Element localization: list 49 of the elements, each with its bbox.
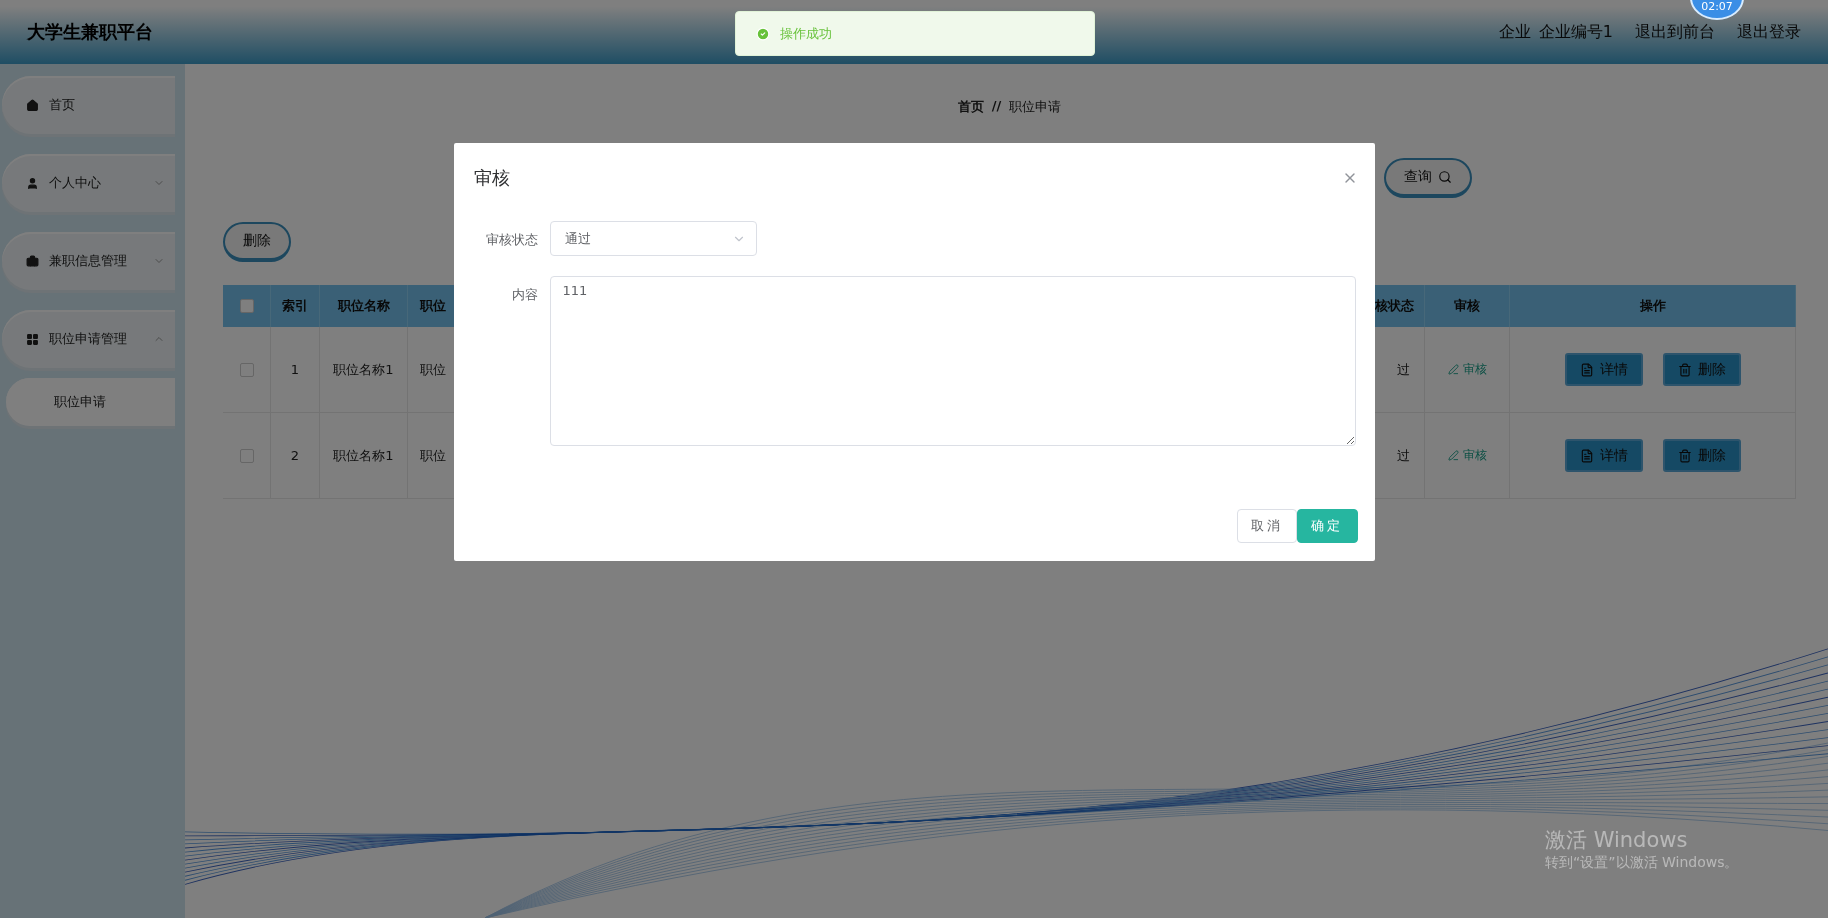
home-icon bbox=[26, 98, 39, 112]
breadcrumb-separator: // bbox=[991, 98, 1002, 115]
cancel-button[interactable]: 取消 bbox=[1236, 509, 1297, 543]
site-title: 大学生兼职平台 bbox=[27, 20, 153, 44]
dialog-title: 审核 bbox=[473, 166, 510, 190]
table-cell: 职位名称1 bbox=[320, 413, 408, 499]
document-icon bbox=[1579, 448, 1594, 463]
sidebar-item[interactable]: 个人中心 bbox=[2, 154, 175, 212]
header-link[interactable]: 退出登录 bbox=[1737, 21, 1801, 43]
sidebar-item[interactable]: 职位申请管理 bbox=[2, 310, 175, 368]
table-cell: 1 bbox=[271, 327, 320, 413]
success-toast: 操作成功 bbox=[735, 11, 1095, 56]
pen-icon bbox=[1447, 364, 1459, 375]
column-header: 索引 bbox=[271, 285, 320, 327]
confirm-button[interactable]: 确定 bbox=[1296, 509, 1358, 543]
sidebar-subitem[interactable]: 职位申请 bbox=[6, 378, 175, 426]
status-select[interactable]: 通过 bbox=[549, 221, 757, 256]
pen-icon bbox=[1447, 450, 1459, 461]
table-cell: 职位名称1 bbox=[320, 327, 408, 413]
activation-title: 激活 Windows bbox=[1545, 827, 1689, 854]
check-icon bbox=[756, 26, 770, 41]
table-cell: 2 bbox=[271, 413, 320, 499]
form-label: 审核状态 bbox=[484, 231, 538, 249]
header-link[interactable]: 退出到前台 bbox=[1635, 21, 1715, 43]
checkbox[interactable] bbox=[239, 448, 254, 463]
content-field[interactable]: 111 bbox=[549, 276, 1356, 446]
sidebar-item[interactable]: 兼职信息管理 bbox=[2, 232, 175, 290]
grid-icon bbox=[26, 332, 39, 346]
review-link[interactable]: 审核 bbox=[1447, 447, 1487, 464]
briefcase-icon bbox=[26, 254, 39, 268]
role-label: 企业 bbox=[1498, 21, 1531, 43]
user-name: 企业编号1 bbox=[1538, 21, 1613, 43]
trash-icon bbox=[1677, 362, 1692, 377]
checkbox[interactable] bbox=[239, 299, 254, 313]
document-icon bbox=[1579, 362, 1594, 377]
checkbox[interactable] bbox=[239, 362, 254, 377]
breadcrumb-item[interactable]: 首页 bbox=[957, 98, 984, 146]
column-header: 审核 bbox=[1425, 285, 1510, 327]
breadcrumb-item: 职位申请 bbox=[1009, 98, 1062, 116]
user-icon bbox=[26, 176, 39, 190]
search-button[interactable]: 查询 bbox=[1384, 158, 1472, 198]
delete-button[interactable]: 删除 bbox=[223, 221, 291, 262]
trash-icon bbox=[1677, 448, 1692, 463]
column-header: 操作 bbox=[1510, 285, 1796, 327]
sidebar-item[interactable]: 首页 bbox=[2, 76, 175, 134]
review-link[interactable]: 审核 bbox=[1447, 361, 1487, 378]
column-header: 职位名称 bbox=[320, 285, 408, 327]
search-icon bbox=[1438, 170, 1452, 184]
form-label: 内容 bbox=[510, 286, 538, 304]
